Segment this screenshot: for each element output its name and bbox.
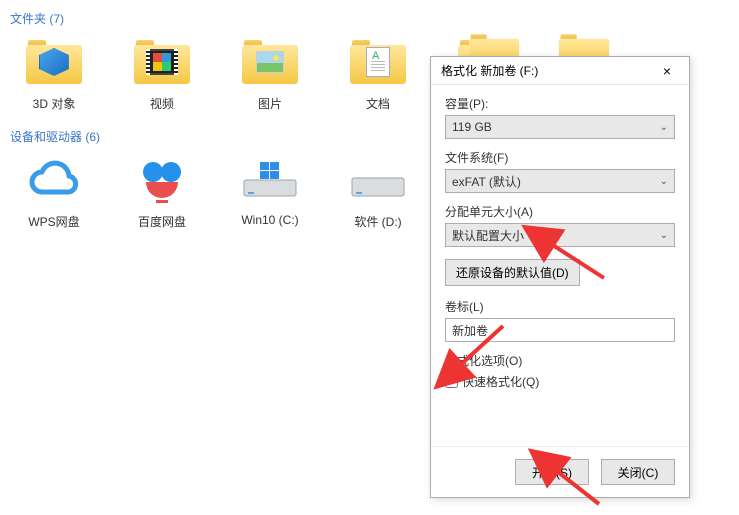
close-icon[interactable]: × [649, 63, 685, 79]
capacity-value: 119 GB [452, 120, 492, 134]
filesystem-label: 文件系统(F) [445, 149, 675, 166]
folder-label: 视频 [150, 95, 174, 112]
filesystem-value: exFAT (默认) [452, 173, 521, 190]
folder-icon [24, 35, 84, 89]
baidu-icon [132, 153, 192, 207]
folder-icon [348, 35, 408, 89]
quick-format-label: 快速格式化(Q) [462, 373, 539, 390]
volume-value: 新加卷 [452, 322, 488, 339]
allocation-value: 默认配置大小 [452, 227, 524, 244]
folder-label: 3D 对象 [33, 95, 76, 112]
folder-videos[interactable]: 视频 [126, 35, 198, 112]
allocation-label: 分配单元大小(A) [445, 203, 675, 220]
volume-input[interactable]: 新加卷 [445, 318, 675, 342]
device-label: 百度网盘 [138, 213, 186, 230]
device-label: WPS网盘 [28, 213, 79, 230]
device-drive-c[interactable]: Win10 (C:) [234, 153, 306, 230]
chevron-down-icon: ⌄ [660, 122, 668, 133]
allocation-select[interactable]: 默认配置大小 ⌄ [445, 223, 675, 247]
filesystem-select[interactable]: exFAT (默认) ⌄ [445, 169, 675, 193]
device-drive-d[interactable]: 软件 (D:) [342, 153, 414, 230]
chevron-down-icon: ⌄ [660, 176, 668, 187]
folders-section-header: 文件夹 (7) [10, 10, 729, 27]
folder-3d-objects[interactable]: 3D 对象 [18, 35, 90, 112]
device-label: 软件 (D:) [354, 213, 401, 230]
capacity-select[interactable]: 119 GB ⌄ [445, 115, 675, 139]
close-button[interactable]: 关闭(C) [601, 459, 675, 485]
folder-documents[interactable]: 文档 [342, 35, 414, 112]
device-label: Win10 (C:) [241, 213, 298, 227]
folder-label: 文档 [366, 95, 390, 112]
folder-icon [132, 35, 192, 89]
volume-label: 卷标(L) [445, 298, 675, 315]
chevron-down-icon: ⌄ [660, 230, 668, 241]
quick-format-checkbox[interactable] [445, 375, 458, 388]
drive-icon [240, 153, 300, 207]
folder-pictures[interactable]: 图片 [234, 35, 306, 112]
dialog-title: 格式化 新加卷 (F:) [441, 62, 649, 79]
restore-defaults-button[interactable]: 还原设备的默认值(D) [445, 259, 580, 286]
drive-icon [348, 153, 408, 207]
device-wps[interactable]: WPS网盘 [18, 153, 90, 230]
cloud-icon [24, 153, 84, 207]
options-label: 格式化选项(O) [445, 352, 675, 369]
start-button[interactable]: 开始(S) [515, 459, 589, 485]
device-baidu[interactable]: 百度网盘 [126, 153, 198, 230]
folder-label: 图片 [258, 95, 282, 112]
format-dialog: 格式化 新加卷 (F:) × 容量(P): 119 GB ⌄ 文件系统(F) e… [430, 56, 690, 498]
folder-icon [240, 35, 300, 89]
capacity-label: 容量(P): [445, 95, 675, 112]
